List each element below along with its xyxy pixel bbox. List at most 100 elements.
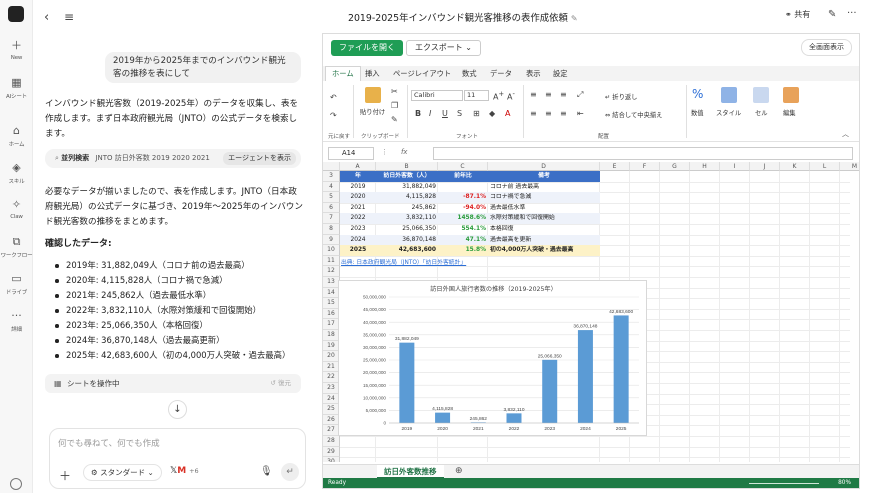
tab-settings[interactable]: 設定: [553, 69, 568, 79]
font-name-select[interactable]: Calibri: [411, 90, 463, 101]
add-sheet-icon[interactable]: ⊕: [455, 466, 463, 476]
grid-line: [719, 171, 720, 462]
number-label[interactable]: 数值: [691, 108, 704, 117]
copy-icon[interactable]: ❐: [391, 101, 398, 110]
more-vertical-icon[interactable]: ⋮: [381, 148, 388, 156]
rail-drive[interactable]: ▭ ドライブ: [0, 273, 33, 297]
divider: [407, 85, 408, 138]
grow-font-icon[interactable]: A+: [493, 90, 504, 102]
menu-icon[interactable]: ≡: [64, 10, 74, 24]
data-label: 42,683,600: [609, 309, 633, 315]
strikethrough-icon[interactable]: S: [457, 109, 462, 118]
cell-icon[interactable]: [753, 87, 769, 103]
search-label: 並列検索: [61, 154, 90, 162]
restore-button[interactable]: ↺ 復元: [270, 374, 291, 393]
rail-more[interactable]: ··· 詳細: [0, 310, 33, 334]
chat-input-box[interactable]: 何でも尋ねて、何でも作成 ＋ ⚙ スタンダード ⌄ 𝕏M +6 🎙 ↵: [49, 428, 306, 489]
paste-icon[interactable]: [365, 87, 381, 103]
style-label[interactable]: スタイル: [716, 108, 741, 117]
align-bottom-icon[interactable]: ≡: [560, 90, 567, 99]
wrap-text-button[interactable]: ↵ 折り返し: [605, 92, 637, 101]
send-button[interactable]: ↵: [281, 463, 299, 481]
fx-icon[interactable]: fx: [401, 148, 407, 156]
fill-color-icon[interactable]: ◆: [489, 109, 495, 118]
paste-label[interactable]: 貼り付け: [360, 107, 385, 116]
operating-sheet-status[interactable]: ▦ シートを操作中 ↺ 復元: [45, 374, 301, 393]
add-attachment-icon[interactable]: ＋: [59, 467, 71, 484]
tab-data[interactable]: データ: [490, 69, 512, 79]
share-button[interactable]: ⚭ 共有: [785, 9, 810, 20]
tab-formulas[interactable]: 数式: [462, 69, 477, 79]
app-logo-icon[interactable]: [8, 6, 24, 22]
row-header: 9: [323, 234, 340, 246]
percent-icon[interactable]: %: [692, 87, 703, 101]
tab-insert[interactable]: 挿入: [365, 69, 380, 79]
rail-ai-sheet[interactable]: ▦ AIシート: [0, 77, 33, 101]
show-agent-button[interactable]: エージェントを表示: [223, 152, 296, 165]
rail-home[interactable]: ⌂ ホーム: [0, 125, 33, 149]
indent-icon[interactable]: ⇤: [577, 109, 584, 118]
border-icon[interactable]: ⊞: [473, 109, 480, 118]
format-painter-icon[interactable]: ✎: [391, 115, 398, 124]
font-size-select[interactable]: 11: [464, 90, 489, 101]
table-cell-visitors: 25,066,350: [402, 226, 436, 232]
confirmed-heading: 確認したデータ:: [45, 239, 112, 249]
orientation-icon[interactable]: ⤢: [577, 90, 583, 100]
align-left-icon[interactable]: ≡: [530, 109, 537, 118]
edit-icon[interactable]: [783, 87, 799, 103]
rail-claw[interactable]: ✧ Claw: [0, 199, 33, 221]
formula-input[interactable]: [433, 147, 853, 160]
edit-icon[interactable]: ✎: [828, 9, 836, 20]
bar: [542, 359, 558, 423]
scroll-down-button[interactable]: ↓: [168, 400, 187, 419]
rail-workflow[interactable]: ⧉ ワークフロー: [0, 236, 33, 260]
redo-icon[interactable]: ↷: [330, 111, 337, 120]
tab-page-layout[interactable]: ページレイアウト: [393, 69, 451, 79]
plus-icon: ＋: [11, 39, 22, 52]
share-label: 共有: [794, 10, 811, 19]
font-color-icon[interactable]: A: [505, 109, 510, 118]
rail-skill[interactable]: ◈ スキル: [0, 162, 33, 186]
group-label-clipboard: クリップボード: [361, 134, 400, 140]
underline-icon[interactable]: U: [442, 109, 448, 118]
fullscreen-button[interactable]: 全画面表示: [801, 39, 852, 56]
tools-selector[interactable]: 𝕏M +6: [170, 466, 199, 476]
data-label: 245,862: [470, 416, 488, 422]
back-arrow-icon[interactable]: ‹: [44, 10, 49, 25]
open-file-button[interactable]: ファイルを開く: [331, 40, 403, 56]
tab-view[interactable]: 表示: [526, 69, 541, 79]
search-step[interactable]: ⌕ 並列検索 JNTO 訪日外客数 2019 2020 2021 エージェントを…: [45, 149, 301, 168]
cell-label[interactable]: セル: [755, 108, 768, 117]
bold-icon[interactable]: B: [415, 109, 421, 118]
data-label: 25,066,350: [538, 353, 562, 359]
align-right-icon[interactable]: ≡: [560, 109, 567, 118]
style-icon[interactable]: [721, 87, 737, 103]
merge-center-button[interactable]: ⇔ 結合して中央揃え: [605, 110, 662, 119]
align-top-icon[interactable]: ≡: [530, 90, 537, 99]
name-box[interactable]: A14: [328, 147, 374, 160]
sheet-tab[interactable]: 訪日外客数推移: [377, 465, 444, 479]
zoom-slider[interactable]: [749, 483, 819, 484]
cut-icon[interactable]: ✂: [391, 87, 398, 96]
tab-home[interactable]: ホーム: [325, 66, 361, 81]
document-title[interactable]: 2019-2025年インバウンド観光客推移の表作成依頼 ✎: [348, 10, 578, 24]
user-avatar[interactable]: [10, 478, 22, 490]
shrink-font-icon[interactable]: A-: [507, 90, 515, 102]
bar-chart[interactable]: 訪日外国人旅行者数の推移（2019-2025年） 0 5,000,000 10,00…: [338, 280, 647, 436]
table-cell-visitors: 4,115,828: [376, 192, 438, 203]
row-header: 10: [323, 245, 340, 256]
more-options-icon[interactable]: ···: [847, 8, 857, 19]
align-center-icon[interactable]: ≡: [545, 109, 552, 118]
export-button[interactable]: エクスポート ⌄: [406, 40, 482, 56]
mode-selector[interactable]: ⚙ スタンダード ⌄: [83, 464, 162, 481]
undo-icon[interactable]: ↶: [330, 93, 337, 102]
italic-icon[interactable]: I: [429, 109, 431, 118]
status-ready: Ready: [328, 480, 346, 486]
rail-new[interactable]: ＋ New: [0, 39, 33, 62]
edit-label[interactable]: 編集: [783, 108, 796, 117]
collapse-ribbon-icon[interactable]: ︿: [842, 129, 849, 139]
pencil-icon[interactable]: ✎: [571, 14, 578, 23]
align-middle-icon[interactable]: ≡: [545, 90, 552, 99]
table-cell-yoy: -94.0%: [463, 204, 486, 211]
microphone-icon[interactable]: 🎙: [260, 466, 273, 477]
